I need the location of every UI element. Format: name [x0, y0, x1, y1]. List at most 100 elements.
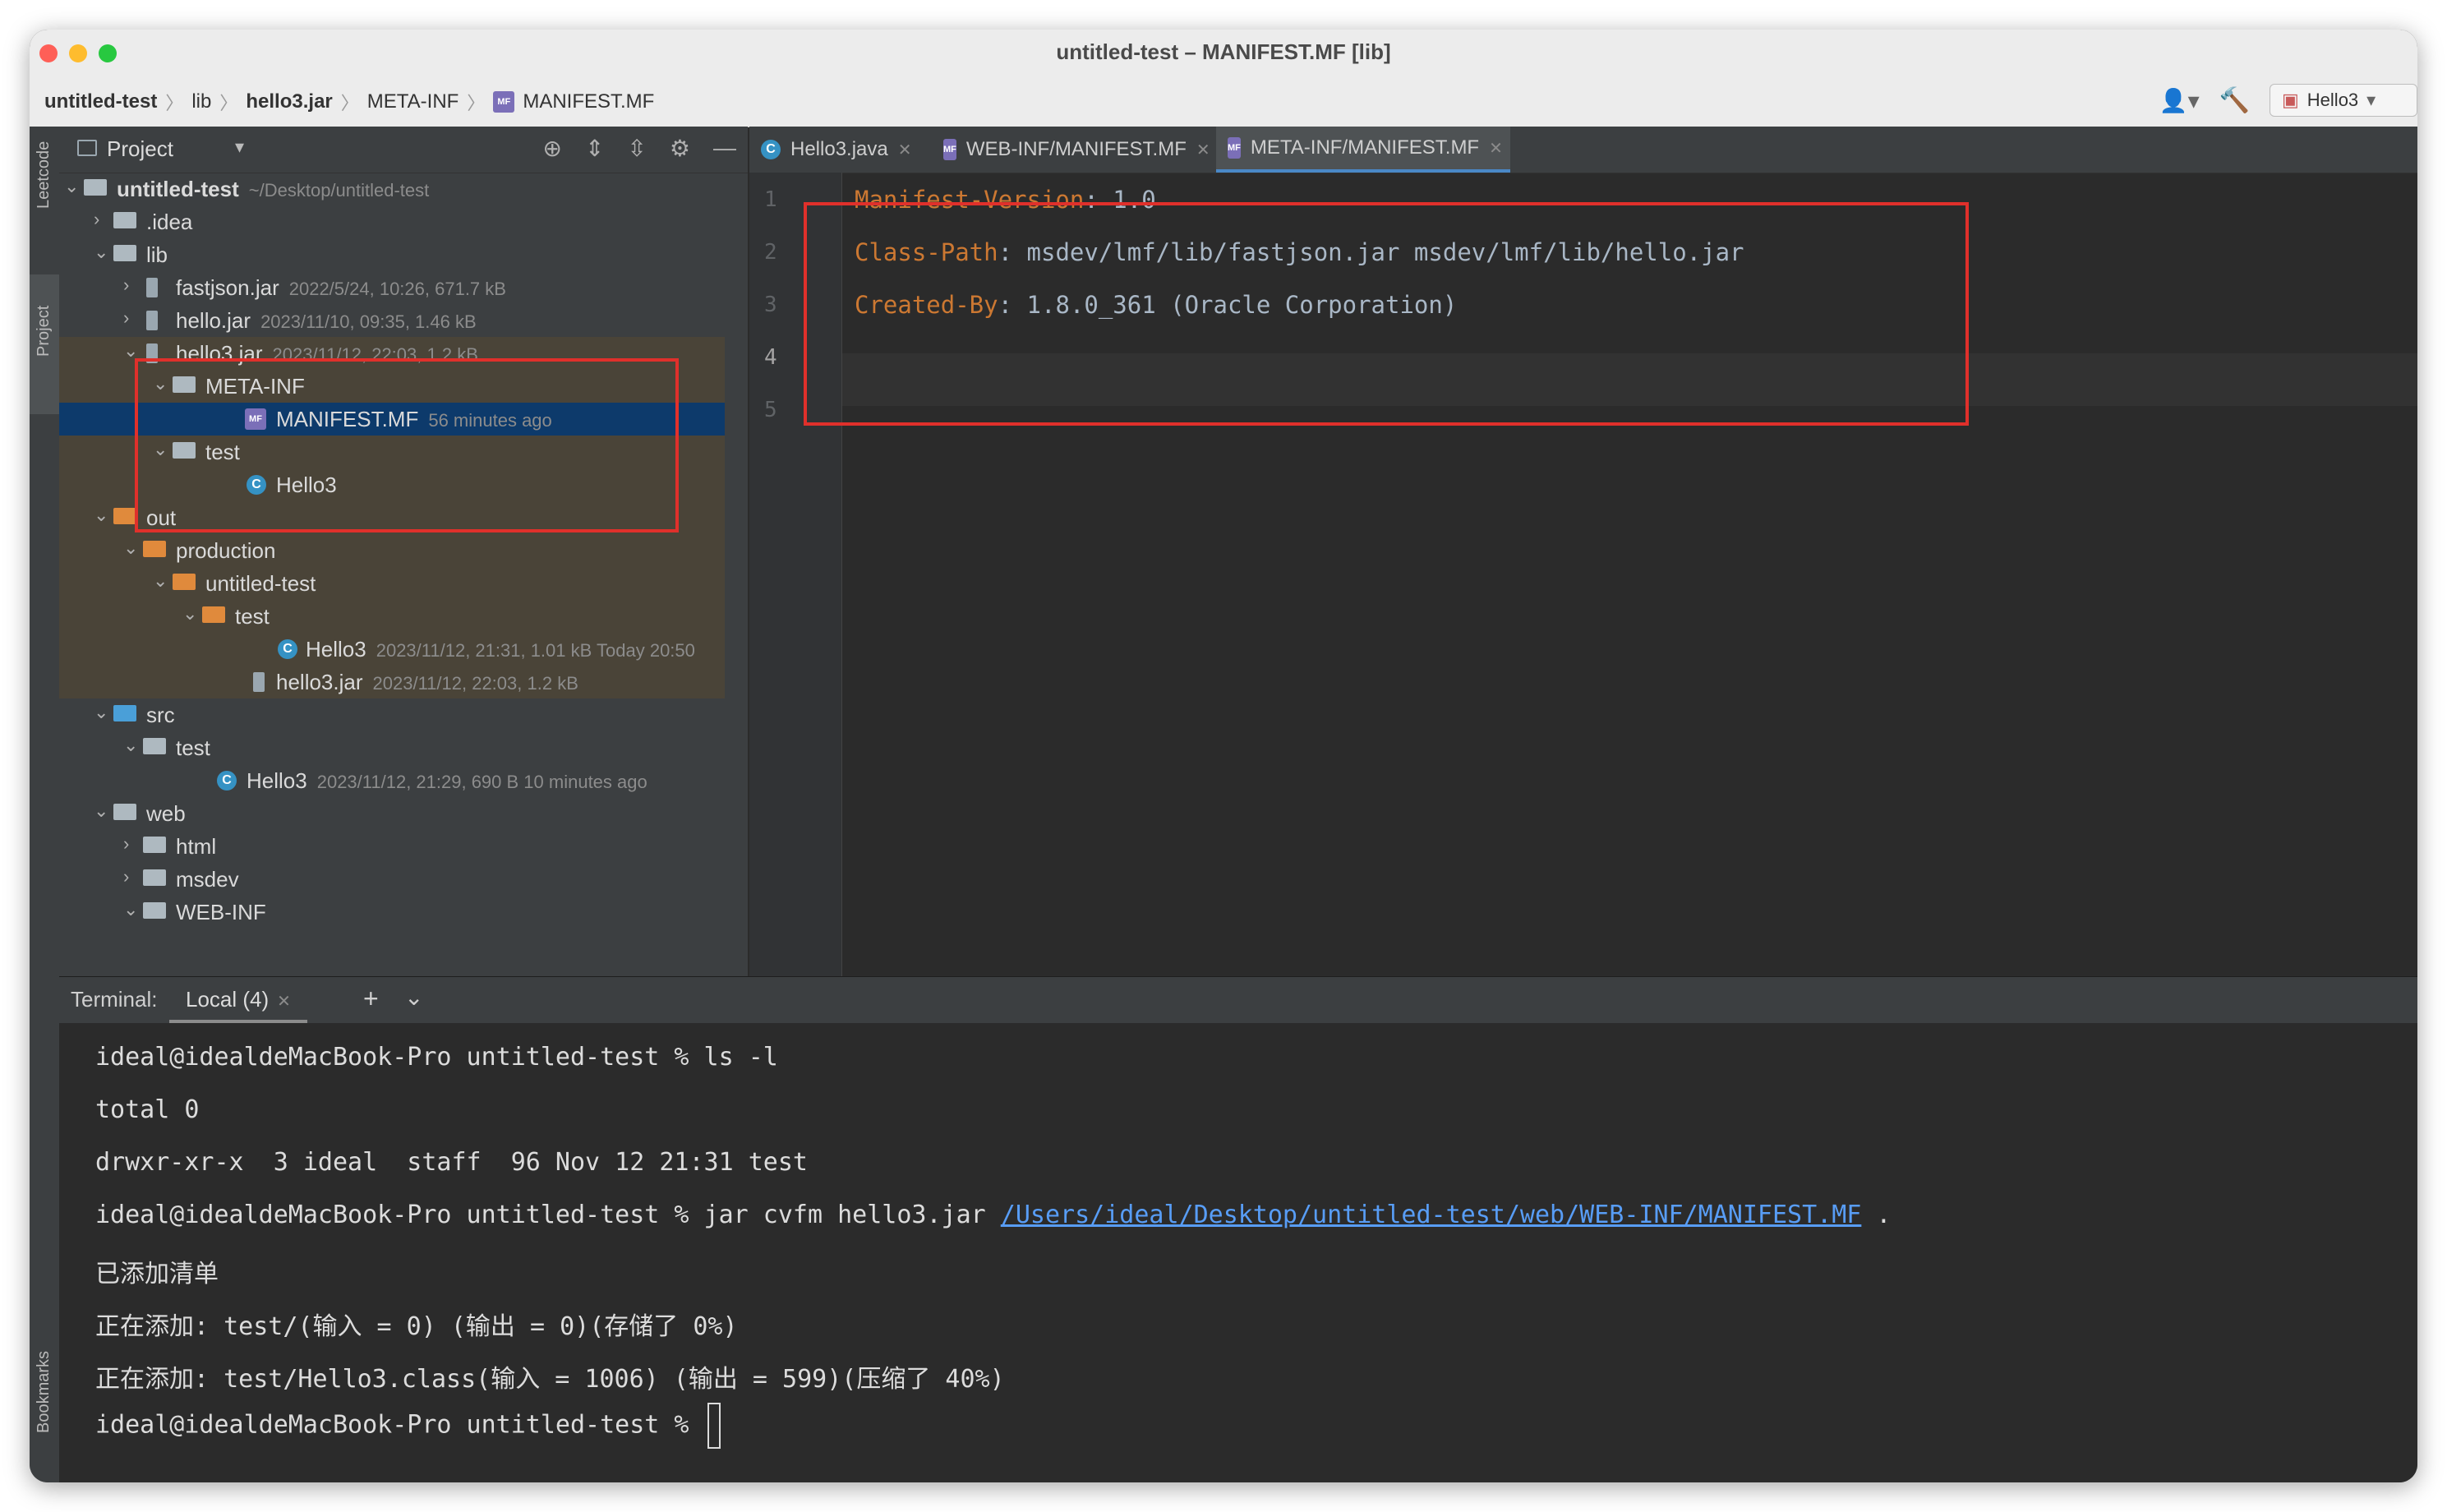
close-icon[interactable]: ✕	[277, 993, 291, 1011]
tab-hello3-java[interactable]: C Hello3.java ✕	[749, 127, 924, 173]
tree-item-src[interactable]: ⌄ src	[59, 698, 725, 731]
breadcrumb-manifest[interactable]: MANIFEST.MF	[523, 90, 654, 113]
manifest-file-icon: MF	[1228, 137, 1241, 159]
leetcode-tool-button[interactable]: Leetcode	[35, 141, 53, 209]
terminal-label: Terminal:	[71, 987, 158, 1012]
tree-item-label: fastjson.jar	[176, 275, 279, 300]
tree-item-meta: 2023/11/12, 22:03, 1.2 kB	[372, 673, 578, 694]
line-number: 5	[764, 398, 777, 422]
project-panel-header: Project ▾ ⊕ ⇕ ⇳ ⚙ —	[59, 127, 748, 173]
build-hammer-icon[interactable]: 🔨	[2219, 86, 2250, 115]
class-icon: C	[761, 140, 781, 159]
jar-icon	[146, 278, 158, 297]
tree-item-lib[interactable]: ⌄ lib	[59, 238, 725, 271]
tree-item-hello3-src[interactable]: C Hello3 2023/11/12, 21:29, 690 B 10 minu…	[59, 764, 725, 797]
chevron-down-icon[interactable]: ⌄	[404, 984, 423, 1011]
chevron-right-icon: 〉	[165, 93, 184, 113]
tree-item-test-src[interactable]: ⌄ test	[59, 731, 725, 764]
tab-web-inf-manifest[interactable]: MF WEB-INF/MANIFEST.MF ✕	[932, 127, 1210, 173]
breadcrumb-lib[interactable]: lib	[191, 90, 211, 113]
project-panel-title[interactable]: Project	[107, 136, 173, 162]
editor-pane: C Hello3.java ✕ MF WEB-INF/MANIFEST.MF ✕…	[749, 127, 2417, 976]
tree-item-label: untitled-test	[205, 571, 316, 596]
expand-all-icon[interactable]: ⇕	[585, 135, 604, 162]
tree-item-test-out[interactable]: ⌄ test	[59, 600, 725, 633]
terminal-tab-local[interactable]: Local (4) ✕	[169, 977, 307, 1023]
chevron-right-icon[interactable]: ›	[123, 307, 129, 329]
chevron-down-icon[interactable]: ⌄	[123, 899, 138, 920]
chevron-right-icon[interactable]: ›	[123, 274, 129, 296]
close-icon[interactable]: ✕	[1489, 138, 1503, 159]
tree-item-html[interactable]: › html	[59, 830, 725, 863]
breadcrumb-jar[interactable]: hello3.jar	[246, 90, 332, 113]
tree-item-label: hello.jar	[176, 308, 251, 333]
tree-item-label: Hello3	[247, 768, 307, 793]
tree-item-label: test	[235, 604, 270, 629]
tree-item-project-root[interactable]: ⌄ untitled-test ~/Desktop/untitled-test	[59, 173, 725, 205]
title-bar: untitled-test – MANIFEST.MF [lib]	[30, 30, 2417, 76]
locate-crosshair-icon[interactable]: ⊕	[542, 135, 561, 162]
terminal-prompt-line[interactable]: ideal@idealdeMacBook-Pro untitled-test %	[95, 1403, 721, 1449]
breadcrumb-meta-inf[interactable]: META-INF	[367, 90, 459, 113]
package-folder-icon	[143, 738, 166, 754]
tree-item-hello3-jar-out[interactable]: hello3.jar 2023/11/12, 22:03, 1.2 kB	[59, 666, 725, 698]
terminal-line: 正在添加: test/(输入 = 0) (输出 = 0)(存储了 0%)	[95, 1312, 738, 1341]
chevron-down-icon[interactable]: ⌄	[182, 603, 197, 625]
chevron-down-icon[interactable]: ⌄	[153, 570, 168, 592]
chevron-down-icon[interactable]: ⌄	[64, 176, 79, 197]
gear-icon[interactable]: ⚙	[670, 135, 690, 162]
tree-item-idea[interactable]: › .idea	[59, 205, 725, 238]
class-icon: C	[278, 639, 297, 659]
breadcrumb-project[interactable]: untitled-test	[44, 90, 157, 113]
chevron-right-icon[interactable]: ›	[94, 209, 99, 230]
chevron-down-icon[interactable]: ⌄	[94, 702, 108, 723]
chevron-down-icon[interactable]: ⌄	[94, 242, 108, 263]
tree-item-fastjson-jar[interactable]: › fastjson.jar 2022/5/24, 10:26, 671.7 kB	[59, 271, 725, 304]
user-icon[interactable]: 👤▾	[2159, 87, 2200, 114]
tree-item-meta: 2023/11/12, 21:31, 1.01 kB Today 20:50	[376, 640, 695, 661]
tree-item-hello-jar[interactable]: › hello.jar 2023/11/10, 09:35, 1.46 kB	[59, 304, 725, 337]
terminal-prompt: ideal@idealdeMacBook-Pro untitled-test %	[95, 1410, 704, 1440]
tree-item-hello3-out[interactable]: C Hello3 2023/11/12, 21:31, 1.01 kB Today…	[59, 633, 725, 666]
line-number: 2	[764, 240, 777, 265]
tab-meta-inf-manifest[interactable]: MF META-INF/MANIFEST.MF ✕	[1216, 127, 1510, 173]
jar-icon	[253, 672, 265, 692]
tree-item-meta: 2023/11/10, 09:35, 1.46 kB	[260, 311, 477, 332]
tree-item-label: msdev	[176, 867, 239, 892]
manifest-path-link[interactable]: /Users/ideal/Desktop/untitled-test/web/W…	[1001, 1201, 1862, 1229]
project-panel: Project ▾ ⊕ ⇕ ⇳ ⚙ — ⌄ untitled-test ~/Des…	[59, 127, 767, 1063]
chevron-down-icon[interactable]: ⌄	[123, 537, 138, 559]
chevron-down-icon[interactable]: ⌄	[94, 505, 108, 526]
terminal-command-suffix: .	[1861, 1201, 1892, 1229]
close-icon[interactable]: ✕	[898, 140, 912, 160]
tree-item-production[interactable]: ⌄ production	[59, 534, 725, 567]
tree-item-label: web	[146, 801, 186, 826]
bookmarks-tool-button[interactable]: Bookmarks	[35, 1351, 53, 1433]
hide-panel-icon[interactable]: —	[713, 135, 736, 162]
tree-item-web-inf[interactable]: ⌄ WEB-INF	[59, 896, 725, 929]
chevron-down-icon[interactable]: ▾	[235, 136, 244, 158]
source-folder-icon	[113, 705, 136, 721]
tree-item-untitled-test-out[interactable]: ⌄ untitled-test	[59, 567, 725, 600]
new-terminal-plus-icon[interactable]: +	[363, 984, 379, 1014]
module-folder-icon	[84, 179, 107, 196]
annotation-box-jar-tree	[135, 358, 679, 532]
run-configuration-select[interactable]: ▣ Hello3 ▾	[2270, 84, 2417, 117]
chevron-down-icon[interactable]: ⌄	[94, 800, 108, 822]
tree-item-web[interactable]: ⌄ web	[59, 797, 725, 830]
folder-icon	[113, 245, 136, 261]
project-tool-button[interactable]: Project	[35, 306, 53, 357]
jar-icon	[146, 311, 158, 330]
chevron-right-icon[interactable]: ›	[123, 866, 129, 887]
close-icon[interactable]: ✕	[1196, 140, 1210, 160]
left-tool-strip: Leetcode Project Bookmarks	[30, 127, 60, 1482]
tree-item-msdev[interactable]: › msdev	[59, 863, 725, 896]
breadcrumb: untitled-test 〉 lib 〉 hello3.jar 〉 META-…	[44, 89, 654, 115]
tree-item-meta: ~/Desktop/untitled-test	[248, 180, 430, 201]
terminal-line: ideal@idealdeMacBook-Pro untitled-test %…	[95, 1201, 1891, 1229]
collapse-all-icon[interactable]: ⇳	[627, 135, 646, 162]
chevron-down-icon[interactable]: ⌄	[123, 735, 138, 756]
output-folder-icon	[173, 574, 196, 590]
chevron-right-icon[interactable]: ›	[123, 833, 129, 855]
chevron-right-icon: 〉	[467, 93, 486, 113]
